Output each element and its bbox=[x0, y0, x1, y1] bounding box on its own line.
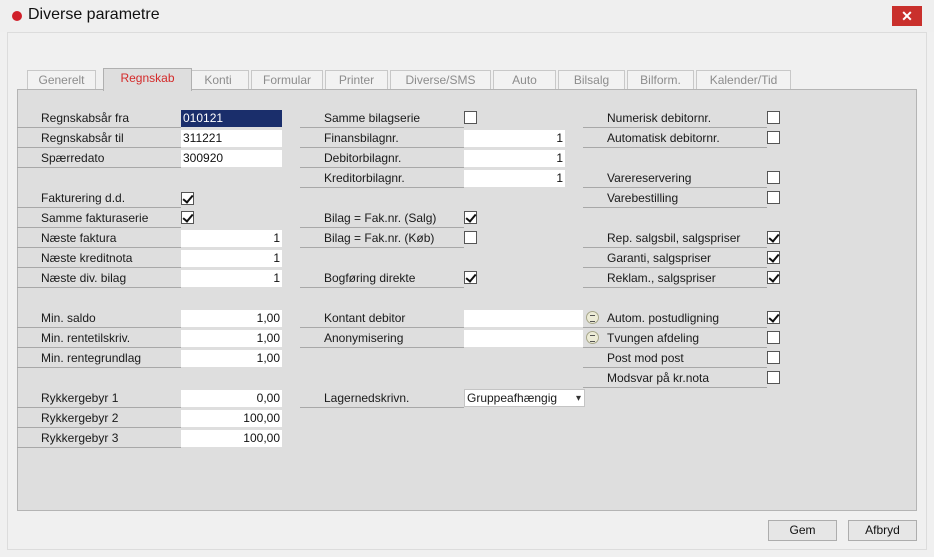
rykkergebyr-2-input[interactable]: 100,00 bbox=[181, 410, 282, 427]
spaerredato-input[interactable]: 300920 bbox=[181, 150, 282, 167]
lagernedskrivn-label: Lagernedskrivn. bbox=[300, 390, 464, 408]
naeste-div-bilag-label: Næste div. bilag bbox=[17, 270, 181, 288]
regnskabsaar-til-label: Regnskabsår til bbox=[17, 130, 181, 148]
varereservering-label: Varereservering bbox=[583, 170, 767, 188]
afbryd-button[interactable]: Afbryd bbox=[848, 520, 917, 541]
debitorbilagnr-input[interactable]: 1 bbox=[464, 150, 565, 167]
naeste-faktura-input[interactable]: 1 bbox=[181, 230, 282, 247]
numerisk-debitornr-label: Numerisk debitornr. bbox=[583, 110, 767, 128]
varebestilling-label: Varebestilling bbox=[583, 190, 767, 208]
bogfoering-direkte-checkbox[interactable] bbox=[464, 271, 477, 284]
kreditorbilagnr-input[interactable]: 1 bbox=[464, 170, 565, 187]
samme-fakturaserie-label: Samme fakturaserie bbox=[17, 210, 181, 228]
naeste-kreditnota-input[interactable]: 1 bbox=[181, 250, 282, 267]
rykkergebyr-3-input[interactable]: 100,00 bbox=[181, 430, 282, 447]
automatisk-debitornr-label: Automatisk debitornr. bbox=[583, 130, 767, 148]
regnskabsaar-fra-label: Regnskabsår fra bbox=[17, 110, 181, 128]
regnskabsaar-fra-input[interactable]: 010121 bbox=[181, 110, 282, 127]
min-saldo-input[interactable]: 1,00 bbox=[181, 310, 282, 327]
min-rentegrundlag-label: Min. rentegrundlag bbox=[17, 350, 181, 368]
kreditorbilagnr-label: Kreditorbilagnr. bbox=[300, 170, 464, 188]
post-mod-post-label: Post mod post bbox=[583, 350, 767, 368]
anonymisering-input[interactable] bbox=[464, 330, 583, 347]
bilag-fak-salg-label: Bilag = Fak.nr. (Salg) bbox=[300, 210, 464, 228]
rykkergebyr-1-label: Rykkergebyr 1 bbox=[17, 390, 181, 408]
post-mod-post-checkbox[interactable] bbox=[767, 351, 780, 364]
lagernedskrivn-value: Gruppeafhængig bbox=[467, 391, 558, 405]
rykkergebyr-1-input[interactable]: 0,00 bbox=[181, 390, 282, 407]
varebestilling-checkbox[interactable] bbox=[767, 191, 780, 204]
rep-salgsbil-checkbox[interactable] bbox=[767, 231, 780, 244]
naeste-faktura-label: Næste faktura bbox=[17, 230, 181, 248]
finansbilagnr-label: Finansbilagnr. bbox=[300, 130, 464, 148]
debitorbilagnr-label: Debitorbilagnr. bbox=[300, 150, 464, 168]
tvungen-afdeling-label: Tvungen afdeling bbox=[583, 330, 767, 348]
spaerredato-label: Spærredato bbox=[17, 150, 181, 168]
chevron-down-icon: ▾ bbox=[575, 393, 581, 404]
bogfoering-direkte-label: Bogføring direkte bbox=[300, 270, 464, 288]
naeste-div-bilag-input[interactable]: 1 bbox=[181, 270, 282, 287]
rykkergebyr-3-label: Rykkergebyr 3 bbox=[17, 430, 181, 448]
min-rentetilskriv-input[interactable]: 1,00 bbox=[181, 330, 282, 347]
samme-bilagserie-label: Samme bilagserie bbox=[300, 110, 464, 128]
varereservering-checkbox[interactable] bbox=[767, 171, 780, 184]
fakturering-dd-checkbox[interactable] bbox=[181, 192, 194, 205]
kontant-debitor-input[interactable] bbox=[464, 310, 583, 327]
numerisk-debitornr-checkbox[interactable] bbox=[767, 111, 780, 124]
bilag-fak-koeb-checkbox[interactable] bbox=[464, 231, 477, 244]
samme-fakturaserie-checkbox[interactable] bbox=[181, 211, 194, 224]
gem-button[interactable]: Gem bbox=[768, 520, 837, 541]
autom-postudligning-checkbox[interactable] bbox=[767, 311, 780, 324]
finansbilagnr-input[interactable]: 1 bbox=[464, 130, 565, 147]
anonymisering-label: Anonymisering bbox=[300, 330, 464, 348]
form-layer: Regnskabsår fra 010121 Regnskabsår til 3… bbox=[0, 0, 934, 557]
rep-salgsbil-label: Rep. salgsbil, salgspriser bbox=[583, 230, 767, 248]
rykkergebyr-2-label: Rykkergebyr 2 bbox=[17, 410, 181, 428]
tvungen-afdeling-checkbox[interactable] bbox=[767, 331, 780, 344]
samme-bilagserie-checkbox[interactable] bbox=[464, 111, 477, 124]
bilag-fak-koeb-label: Bilag = Fak.nr. (Køb) bbox=[300, 230, 464, 248]
automatisk-debitornr-checkbox[interactable] bbox=[767, 131, 780, 144]
kontant-debitor-label: Kontant debitor bbox=[300, 310, 464, 328]
bilag-fak-salg-checkbox[interactable] bbox=[464, 211, 477, 224]
garanti-salgspriser-checkbox[interactable] bbox=[767, 251, 780, 264]
lagernedskrivn-select[interactable]: Gruppeafhængig ▾ bbox=[464, 389, 585, 407]
modsvar-kr-nota-label: Modsvar på kr.nota bbox=[583, 370, 767, 388]
min-rentetilskriv-label: Min. rentetilskriv. bbox=[17, 330, 181, 348]
garanti-salgspriser-label: Garanti, salgspriser bbox=[583, 250, 767, 268]
reklam-salgspriser-checkbox[interactable] bbox=[767, 271, 780, 284]
fakturering-dd-label: Fakturering d.d. bbox=[17, 190, 181, 208]
modsvar-kr-nota-checkbox[interactable] bbox=[767, 371, 780, 384]
min-rentegrundlag-input[interactable]: 1,00 bbox=[181, 350, 282, 367]
autom-postudligning-label: Autom. postudligning bbox=[583, 310, 767, 328]
reklam-salgspriser-label: Reklam., salgspriser bbox=[583, 270, 767, 288]
naeste-kreditnota-label: Næste kreditnota bbox=[17, 250, 181, 268]
regnskabsaar-til-input[interactable]: 311221 bbox=[181, 130, 282, 147]
min-saldo-label: Min. saldo bbox=[17, 310, 181, 328]
